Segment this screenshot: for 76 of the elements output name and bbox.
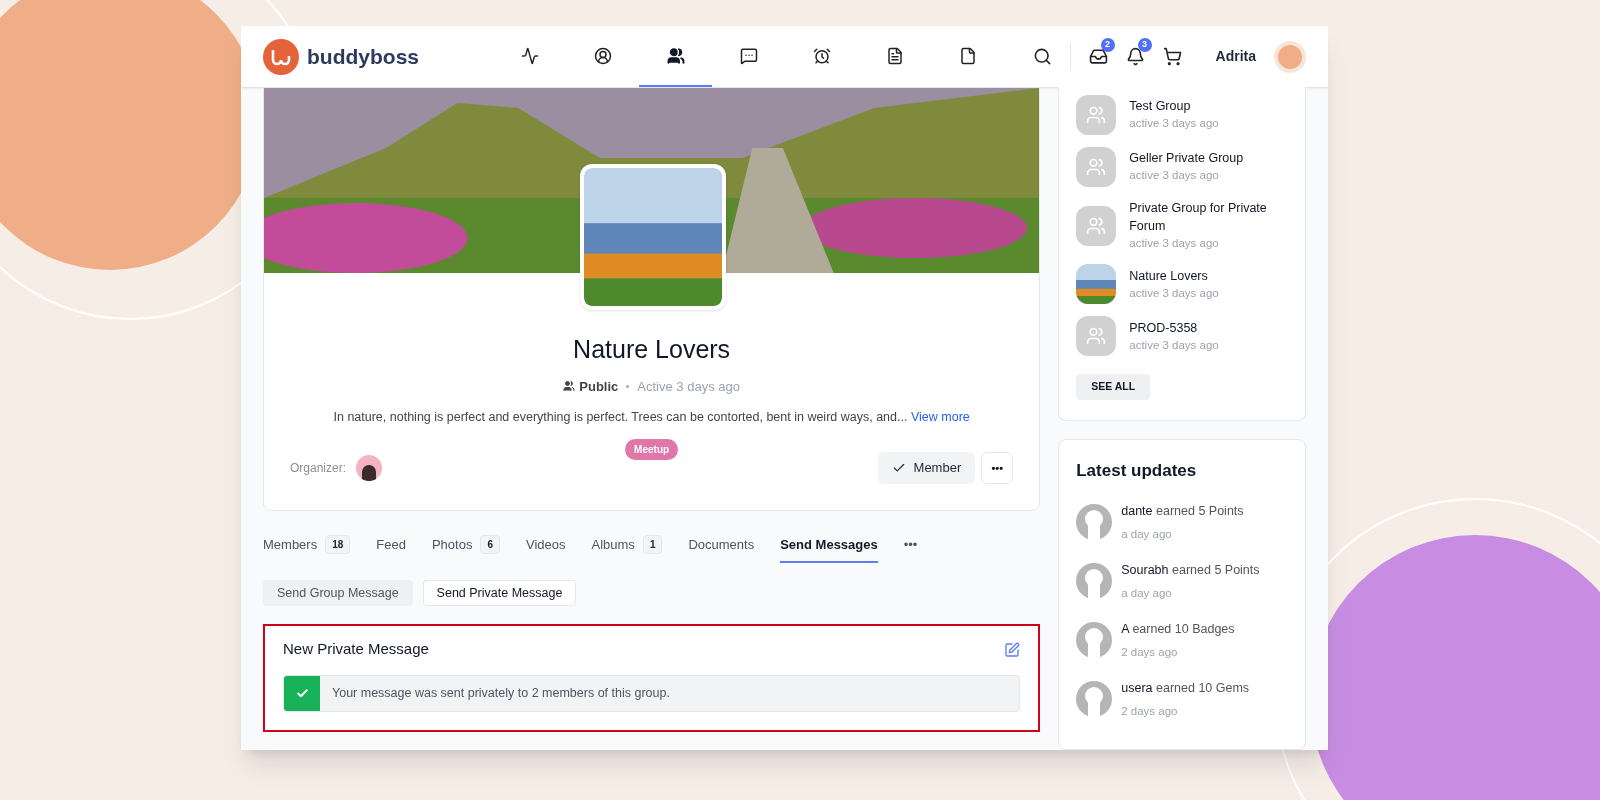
people-icon [1086,215,1107,236]
group-tab[interactable]: Members 18 [263,534,351,564]
view-more-link[interactable]: View more [910,410,970,424]
blank-page-icon [958,46,977,65]
people-icon [1086,326,1107,347]
notifications-button[interactable]: 3 [1125,38,1152,66]
group-tab[interactable]: ••• [903,534,918,564]
cart-icon[interactable] [1162,47,1182,66]
inbox-icon [1088,47,1108,66]
chat-bubble-icon [739,46,758,65]
people-icon [563,380,576,393]
group-tab[interactable]: Photos 6 [431,534,500,564]
count-badge: 3 [1137,38,1152,52]
organizer-label: Organizer: [290,459,347,477]
people-icon [666,46,685,65]
notice-text: Your message was sent privately to 2 members of this group. [332,684,670,702]
avatar-silhouette-icon [1076,622,1113,659]
avatar-silhouette-icon [1076,681,1113,718]
group-link[interactable]: PROD-5358 [1129,318,1219,337]
update-text: dante earned 5 Points [1121,502,1244,520]
bell-icon [1125,47,1145,66]
edit-icon[interactable] [1004,641,1021,658]
update-time: 2 days ago [1121,644,1179,660]
see-all-button[interactable]: SEE ALL [1076,374,1151,401]
activity-time: active 3 days ago [1129,337,1219,353]
activity-time: active 3 days ago [1129,116,1219,132]
message-type-tab[interactable]: Send Private Message [422,580,577,607]
update-time: 2 days ago [1121,703,1179,719]
search-icon[interactable] [1032,47,1052,66]
avatar-silhouette-icon [1076,504,1113,541]
count-badge: 6 [480,535,500,554]
group-link[interactable]: Geller Private Group [1129,149,1244,168]
group-description: In nature, nothing is perfect and everything is perfect. Trees can be contorted, bent in weird ways, and... View more [333,409,970,426]
activity-time: active 3 days ago [1129,168,1220,184]
group-tab[interactable]: Send Messages [780,534,878,564]
member-button[interactable]: Member [877,451,976,484]
activity-time: Active 3 days ago [637,377,740,396]
group-link[interactable]: Nature Lovers [1129,266,1219,285]
success-check-icon [284,675,320,711]
group-tab[interactable]: Documents [688,534,755,564]
activity-time: active 3 days ago [1129,236,1220,251]
privacy-label: Public [579,377,619,396]
group-link[interactable]: Test Group [1129,97,1219,116]
logo-text: buddyboss [307,43,419,70]
group-type-tag: Meetup [625,438,679,460]
update-text: A earned 10 Badges [1121,620,1235,638]
update-text: usera earned 10 Gems [1121,679,1250,697]
group-tab[interactable]: Feed [376,534,406,564]
alarm-clock-icon [812,46,831,65]
avatar-silhouette-icon [1076,563,1113,600]
activity-time: active 3 days ago [1129,285,1219,301]
group-tab[interactable]: Albums 1 [591,534,663,564]
document-icon [885,46,904,65]
inbox-button[interactable]: 2 [1088,38,1115,66]
user-circle-icon [593,46,612,65]
message-type-tab[interactable]: Send Group Message [263,580,413,607]
group-link[interactable]: Private Group for Private Forum [1129,199,1288,235]
update-text: Sourabh earned 5 Points [1121,561,1260,579]
group-landscape-photo [1076,264,1117,305]
panel-title: New Private Message [283,639,429,660]
update-time: a day ago [1121,526,1173,542]
organizer-avatar [356,454,383,481]
count-badge: 1 [642,535,663,554]
user-name[interactable]: Adrita [1215,46,1256,67]
update-time: a day ago [1121,585,1173,601]
people-icon [1086,157,1107,177]
more-options-button[interactable]: ••• [981,451,1014,484]
count-badge: 2 [1100,38,1115,52]
user-avatar[interactable] [1274,40,1306,73]
group-name: Nature Lovers [573,334,731,365]
activity-icon [520,46,539,65]
people-icon [1086,105,1107,125]
widget-title: Latest updates [1076,460,1198,483]
group-tab[interactable]: Videos [526,534,566,564]
count-badge: 18 [325,535,351,554]
logo-icon [263,38,299,75]
